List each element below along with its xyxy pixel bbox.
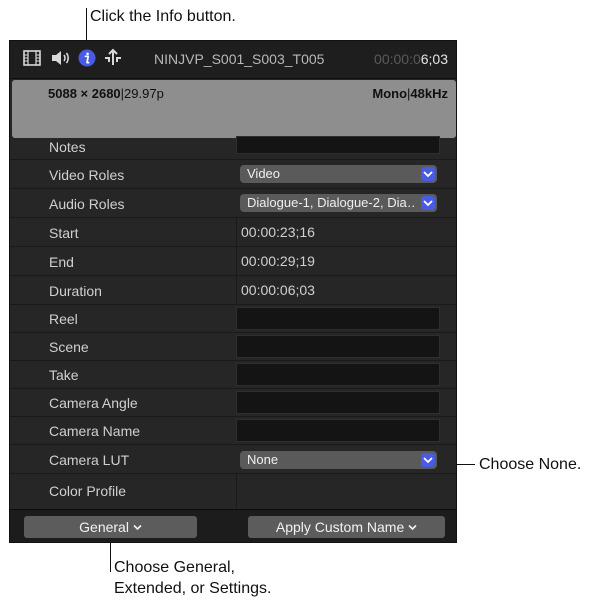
row-take: Take (10, 361, 456, 389)
row-reel: Reel (10, 305, 456, 333)
speaker-icon[interactable] (50, 48, 72, 70)
audio-format: Mono|48kHz (372, 86, 448, 101)
row-divider (236, 218, 237, 246)
row-label: Notes (49, 139, 86, 155)
row-audio-roles: Audio Roles Dialogue-1, Dialogue-2, Dia… (10, 189, 456, 218)
row-label: Duration (49, 283, 102, 299)
audio-roles-popup[interactable]: Dialogue-1, Dialogue-2, Dia… (240, 194, 437, 212)
callout-none: Choose None. (479, 456, 582, 473)
sample-rate: 48kHz (410, 86, 448, 101)
audio-channels: Mono (372, 86, 408, 101)
row-duration: Duration 00:00:06;03 (10, 276, 456, 305)
callout-info: Click the Info button. (90, 8, 236, 25)
share-icon[interactable] (102, 48, 124, 70)
metadata-view-button[interactable]: General (24, 516, 197, 538)
chevron-down-icon (421, 453, 435, 467)
row-label: Take (49, 367, 79, 383)
apply-custom-name-button[interactable]: Apply Custom Name (248, 516, 445, 538)
take-field[interactable] (236, 363, 440, 386)
row-label: Camera LUT (49, 452, 130, 468)
row-label: Color Profile (49, 483, 127, 499)
callout-general-line2: Extended, or Settings. (114, 580, 272, 597)
reel-field[interactable] (236, 307, 440, 330)
popup-value: None (247, 452, 279, 467)
row-divider (236, 474, 237, 509)
row-label: Scene (49, 339, 89, 355)
resolution: 5088 × 2680 (48, 86, 121, 101)
video-format: 5088 × 2680|29.97p (48, 86, 164, 101)
timecode-value: 6;03 (420, 51, 448, 67)
row-notes: Notes (10, 136, 456, 160)
chevron-down-icon (133, 519, 142, 535)
info-inspector: NINJVP_S001_S003_T005 00:00:06;03 5088 ×… (9, 40, 457, 543)
clip-name: NINJVP_S001_S003_T005 (154, 51, 325, 67)
clip-timecode: 00:00:06;03 (374, 51, 448, 67)
callout-general-line1: Choose General, (114, 559, 235, 576)
notes-field[interactable] (236, 136, 440, 154)
row-end: End 00:00:29;19 (10, 247, 456, 276)
row-divider (236, 276, 237, 304)
row-start: Start 00:00:23;16 (10, 218, 456, 247)
chevron-down-icon (421, 167, 435, 181)
camera-angle-field[interactable] (236, 391, 440, 414)
timecode-leading: 00:00:0 (374, 51, 421, 67)
chevron-down-icon (408, 519, 417, 535)
metadata-view-label: General (79, 519, 129, 535)
row-label: Start (49, 225, 79, 241)
camera-lut-popup[interactable]: None (240, 451, 437, 469)
info-icon[interactable] (77, 48, 99, 70)
row-label: Camera Name (49, 423, 141, 439)
row-video-roles: Video Roles Video (10, 160, 456, 189)
row-label: End (49, 254, 74, 270)
inspector-footer: General Apply Custom Name (10, 509, 456, 542)
video-roles-popup[interactable]: Video (240, 165, 437, 183)
row-label: Reel (49, 311, 78, 327)
row-label: Video Roles (49, 167, 125, 183)
row-camera-lut: Camera LUT None (10, 445, 456, 474)
start-value: 00:00:23;16 (241, 224, 315, 240)
metadata-list: Notes Video Roles Video Audio Roles Dial… (10, 136, 456, 509)
duration-value: 00:00:06;03 (241, 282, 315, 298)
row-camera-angle: Camera Angle (10, 389, 456, 417)
row-color-profile: Color Profile (10, 474, 456, 509)
frame-rate: 29.97p (124, 86, 164, 101)
film-icon[interactable] (22, 48, 44, 70)
inspector-toolbar: NINJVP_S001_S003_T005 00:00:06;03 (10, 41, 456, 79)
scene-field[interactable] (236, 335, 440, 358)
format-summary-header: 5088 × 2680|29.97p Mono|48kHz (12, 80, 456, 138)
camera-name-field[interactable] (236, 419, 440, 442)
row-label: Audio Roles (49, 196, 125, 212)
end-value: 00:00:29;19 (241, 253, 315, 269)
row-label: Camera Angle (49, 395, 138, 411)
apply-custom-name-label: Apply Custom Name (275, 519, 405, 535)
row-scene: Scene (10, 333, 456, 361)
row-divider (236, 247, 237, 275)
chevron-down-icon (421, 196, 435, 210)
popup-value: Dialogue-1, Dialogue-2, Dia… (247, 195, 415, 210)
row-camera-name: Camera Name (10, 417, 456, 445)
popup-value: Video (247, 166, 281, 181)
